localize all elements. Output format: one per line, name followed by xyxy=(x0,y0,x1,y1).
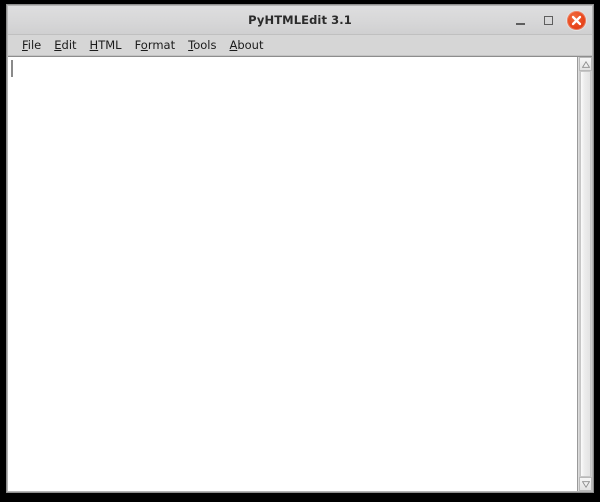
editor-region xyxy=(8,56,592,491)
close-icon xyxy=(571,15,582,25)
menu-item-html-label: TML xyxy=(98,38,122,52)
window-title: PyHTMLEdit 3.1 xyxy=(248,12,352,27)
scrollbar-track[interactable] xyxy=(579,71,592,477)
menu-item-html-mnemonic: H xyxy=(89,38,99,52)
title-bar[interactable]: PyHTMLEdit 3.1 xyxy=(8,6,592,35)
menu-item-edit-label: dit xyxy=(61,38,77,52)
menu-item-html[interactable]: HTML xyxy=(84,37,129,53)
scroll-up-arrow[interactable] xyxy=(579,57,592,71)
scrollbar-thumb[interactable] xyxy=(580,71,591,477)
menu-item-format[interactable]: Format xyxy=(129,37,183,53)
minimize-icon xyxy=(516,22,525,25)
menu-item-edit[interactable]: Edit xyxy=(48,37,83,53)
menu-item-format-label: rmat xyxy=(147,38,176,52)
maximize-icon xyxy=(544,15,553,25)
text-caret xyxy=(11,60,13,77)
window-controls xyxy=(511,6,586,34)
menu-item-tools-label: ools xyxy=(193,38,217,52)
chevron-down-icon xyxy=(581,480,590,488)
menu-item-format-mnemonic: o xyxy=(140,38,148,52)
html-text-editor[interactable] xyxy=(8,57,578,491)
chevron-up-icon xyxy=(581,60,590,68)
menu-item-edit-mnemonic: E xyxy=(54,38,62,52)
minimize-button[interactable] xyxy=(511,11,530,30)
application-window: PyHTMLEdit 3.1 File Edit HTML Format Too… xyxy=(7,5,593,492)
vertical-scrollbar[interactable] xyxy=(578,57,592,491)
menu-item-about-label: bout xyxy=(237,38,264,52)
scroll-down-arrow[interactable] xyxy=(579,477,592,491)
maximize-button[interactable] xyxy=(539,11,558,30)
menu-bar: File Edit HTML Format Tools About xyxy=(8,35,592,56)
menu-item-tools[interactable]: Tools xyxy=(182,37,223,53)
menu-item-file[interactable]: File xyxy=(16,37,48,53)
menu-item-file-label: ile xyxy=(27,38,42,52)
menu-item-about[interactable]: About xyxy=(223,37,270,53)
close-button[interactable] xyxy=(567,10,586,30)
